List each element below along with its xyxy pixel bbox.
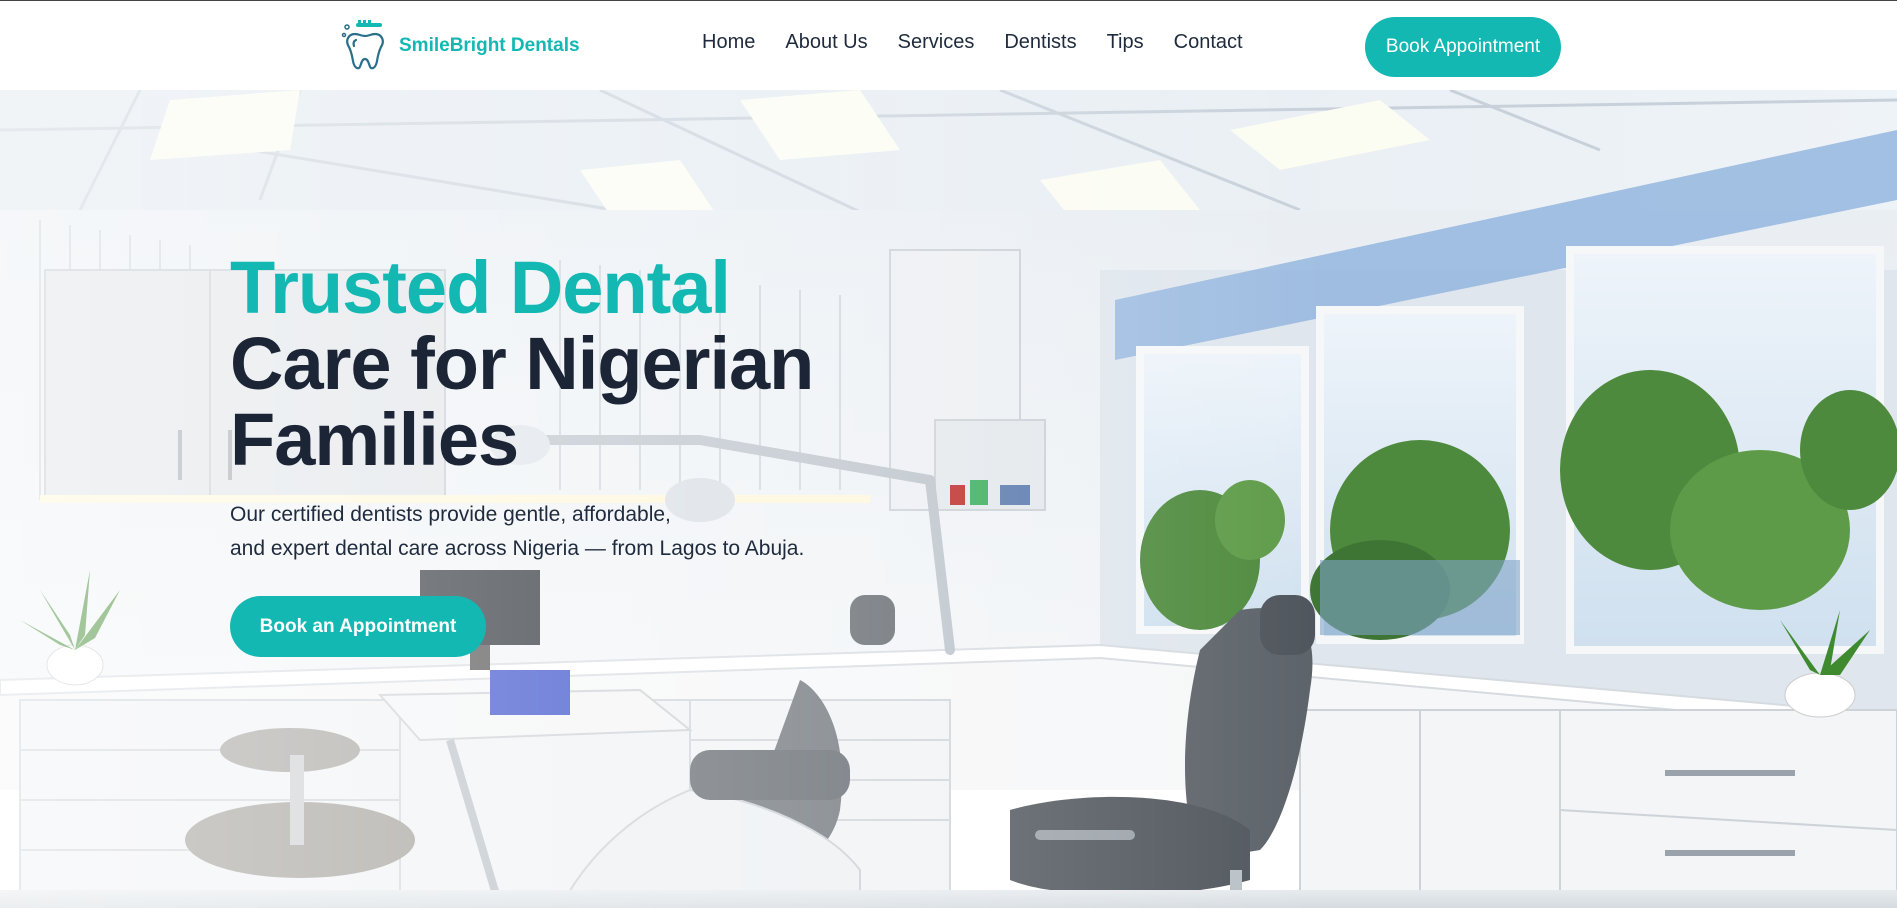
site-header: SmileBright Dentals Home About Us Servic…: [0, 1, 1897, 90]
nav-services[interactable]: Services: [898, 31, 975, 54]
brand-name: SmileBright Dentals: [399, 35, 580, 56]
hero-title-line-2: Care for Nigerian: [230, 322, 814, 405]
hero-section: Trusted Dental Care for Nigerian Familie…: [0, 90, 1897, 908]
hero-title: Trusted Dental Care for Nigerian Familie…: [230, 250, 910, 478]
hero-subtitle-line-1: Our certified dentists provide gentle, a…: [230, 503, 671, 526]
book-an-appointment-button[interactable]: Book an Appointment: [230, 596, 486, 657]
hero-content: Trusted Dental Care for Nigerian Familie…: [230, 250, 910, 657]
main-nav: Home About Us Services Dentists Tips Con…: [702, 31, 1243, 54]
hero-title-accent: Trusted Dental: [230, 246, 731, 329]
hero-subtitle: Our certified dentists provide gentle, a…: [230, 498, 870, 566]
tooth-toothbrush-icon: [341, 20, 384, 70]
hero-subtitle-line-2: and expert dental care across Nigeria — …: [230, 537, 805, 560]
brand-logo[interactable]: SmileBright Dentals: [339, 19, 580, 73]
hero-title-line-3: Families: [230, 398, 519, 481]
nav-dentists[interactable]: Dentists: [1004, 31, 1076, 54]
nav-tips[interactable]: Tips: [1107, 31, 1144, 54]
nav-home[interactable]: Home: [702, 31, 755, 54]
nav-contact[interactable]: Contact: [1174, 31, 1243, 54]
book-appointment-button[interactable]: Book Appointment: [1365, 17, 1561, 77]
nav-about-us[interactable]: About Us: [785, 31, 867, 54]
